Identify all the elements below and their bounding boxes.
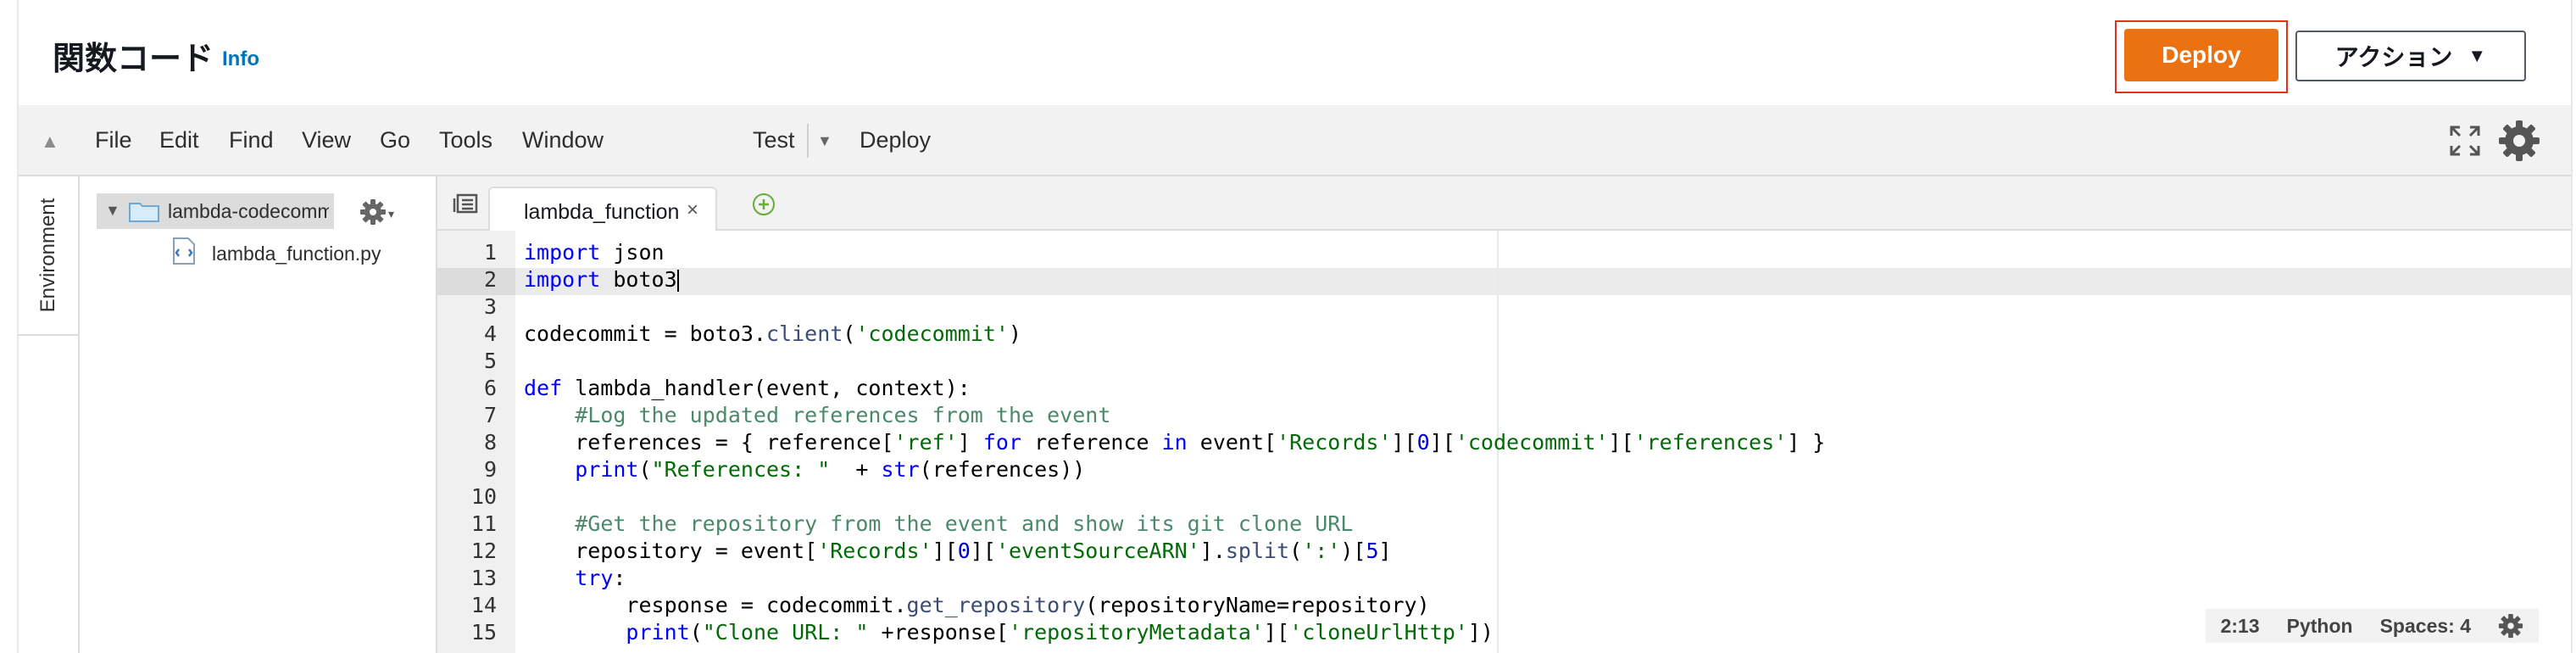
code-line: 10 <box>437 483 2571 511</box>
line-number: 12 <box>470 539 497 563</box>
line-number: 4 <box>483 321 497 346</box>
code-line: 12 repository = event['Records'][0]['eve… <box>437 538 2571 565</box>
line-number: 2 <box>483 267 497 292</box>
line-number: 6 <box>483 376 497 400</box>
page-title: 関数コード <box>53 42 214 77</box>
actions-dropdown-button[interactable]: アクション ▼ <box>2295 31 2526 81</box>
line-number: 8 <box>483 430 497 455</box>
line-number: 9 <box>483 457 497 482</box>
add-tab-icon[interactable] <box>751 192 776 217</box>
code-line: 13 try: <box>437 565 2571 592</box>
code-line: 3 <box>437 293 2571 321</box>
collapse-toggle-icon[interactable]: ▲ <box>41 131 59 153</box>
line-number: 13 <box>470 566 497 590</box>
tab-label: lambda_function <box>524 200 680 224</box>
close-tab-icon[interactable]: × <box>687 198 698 222</box>
tree-settings-gear-icon[interactable] <box>359 198 387 226</box>
file-tree: ▼ lambda-codecommit ▾ lambda_function.py <box>80 176 437 653</box>
tree-gear-caret-icon[interactable]: ▾ <box>388 207 394 221</box>
code-line: 9 print("References: " + str(references)… <box>437 456 2571 483</box>
line-number: 15 <box>470 620 497 645</box>
line-number: 1 <box>483 240 497 265</box>
code-line: 4 codecommit = boto3.client('codecommit') <box>437 321 2571 348</box>
cursor-position[interactable]: 2:13 <box>2221 615 2260 638</box>
deploy-button[interactable]: Deploy <box>2124 29 2278 81</box>
menu-go[interactable]: Go <box>380 127 410 153</box>
language-mode[interactable]: Python <box>2287 615 2353 638</box>
tree-file-label: lambda_function.py <box>212 243 381 265</box>
environment-tab[interactable]: Environment <box>19 176 80 336</box>
line-number: 5 <box>483 349 497 373</box>
menu-view[interactable]: View <box>302 127 351 153</box>
panel-header: 関数コード Info Deploy アクション ▼ <box>19 0 2571 105</box>
text-cursor <box>676 270 679 292</box>
menu-edit[interactable]: Edit <box>159 127 199 153</box>
ide-menu-bar: ▲ File Edit Find View Go Tools Window Te… <box>19 105 2571 176</box>
tab-list-icon[interactable] <box>453 193 478 214</box>
tree-root-folder[interactable]: ▼ lambda-codecommit <box>97 193 334 229</box>
line-number: 11 <box>470 511 497 536</box>
tab-lambda-function[interactable]: lambda_function × <box>488 187 717 231</box>
caret-down-icon: ▼ <box>2468 45 2487 66</box>
code-line: 7 #Log the updated references from the e… <box>437 402 2571 429</box>
code-lines: 1 import json 2 import boto3 3 4 codecommit… <box>437 239 2571 646</box>
code-line: 2 import boto3 <box>437 266 2571 293</box>
menu-find[interactable]: Find <box>229 127 274 153</box>
test-dropdown-caret-icon[interactable]: ▼ <box>817 132 832 150</box>
editor-status-bar: 2:13 Python Spaces: 4 <box>2205 609 2539 643</box>
editor-settings-gear-icon[interactable] <box>2498 613 2523 639</box>
actions-label: アクション <box>2334 44 2453 70</box>
settings-gear-icon[interactable] <box>2497 119 2541 163</box>
code-line: 6 def lambda_handler(event, context): <box>437 375 2571 402</box>
line-number: 10 <box>470 484 497 509</box>
menu-deploy[interactable]: Deploy <box>860 127 931 153</box>
code-editor[interactable]: 1 import json 2 import boto3 3 4 codecommit… <box>437 231 2571 653</box>
line-number: 7 <box>483 403 497 427</box>
function-code-panel: 関数コード Info Deploy アクション ▼ ▲ File Edit Fi… <box>17 0 2573 653</box>
code-line: 1 import json <box>437 239 2571 266</box>
code-line: 8 references = { reference['ref'] for re… <box>437 429 2571 456</box>
menu-tools[interactable]: Tools <box>439 127 492 153</box>
code-line: 11 #Get the repository from the event an… <box>437 511 2571 538</box>
info-link[interactable]: Info <box>222 47 259 71</box>
folder-icon <box>129 203 159 222</box>
menu-test[interactable]: Test <box>753 127 795 153</box>
tree-root-label: lambda-codecommit <box>168 200 329 222</box>
environment-label: Environment <box>36 198 59 313</box>
line-number: 3 <box>483 294 497 319</box>
fullscreen-icon[interactable] <box>2448 124 2482 158</box>
menu-separator <box>807 124 809 158</box>
code-line: 5 <box>437 348 2571 375</box>
editor-tab-bar: lambda_function × <box>437 176 2571 231</box>
line-number: 14 <box>470 593 497 617</box>
expand-toggle-icon[interactable]: ▼ <box>105 202 120 220</box>
python-file-icon <box>173 237 195 265</box>
menu-file[interactable]: File <box>95 127 132 153</box>
menu-window[interactable]: Window <box>522 127 604 153</box>
indent-setting[interactable]: Spaces: 4 <box>2380 615 2471 638</box>
